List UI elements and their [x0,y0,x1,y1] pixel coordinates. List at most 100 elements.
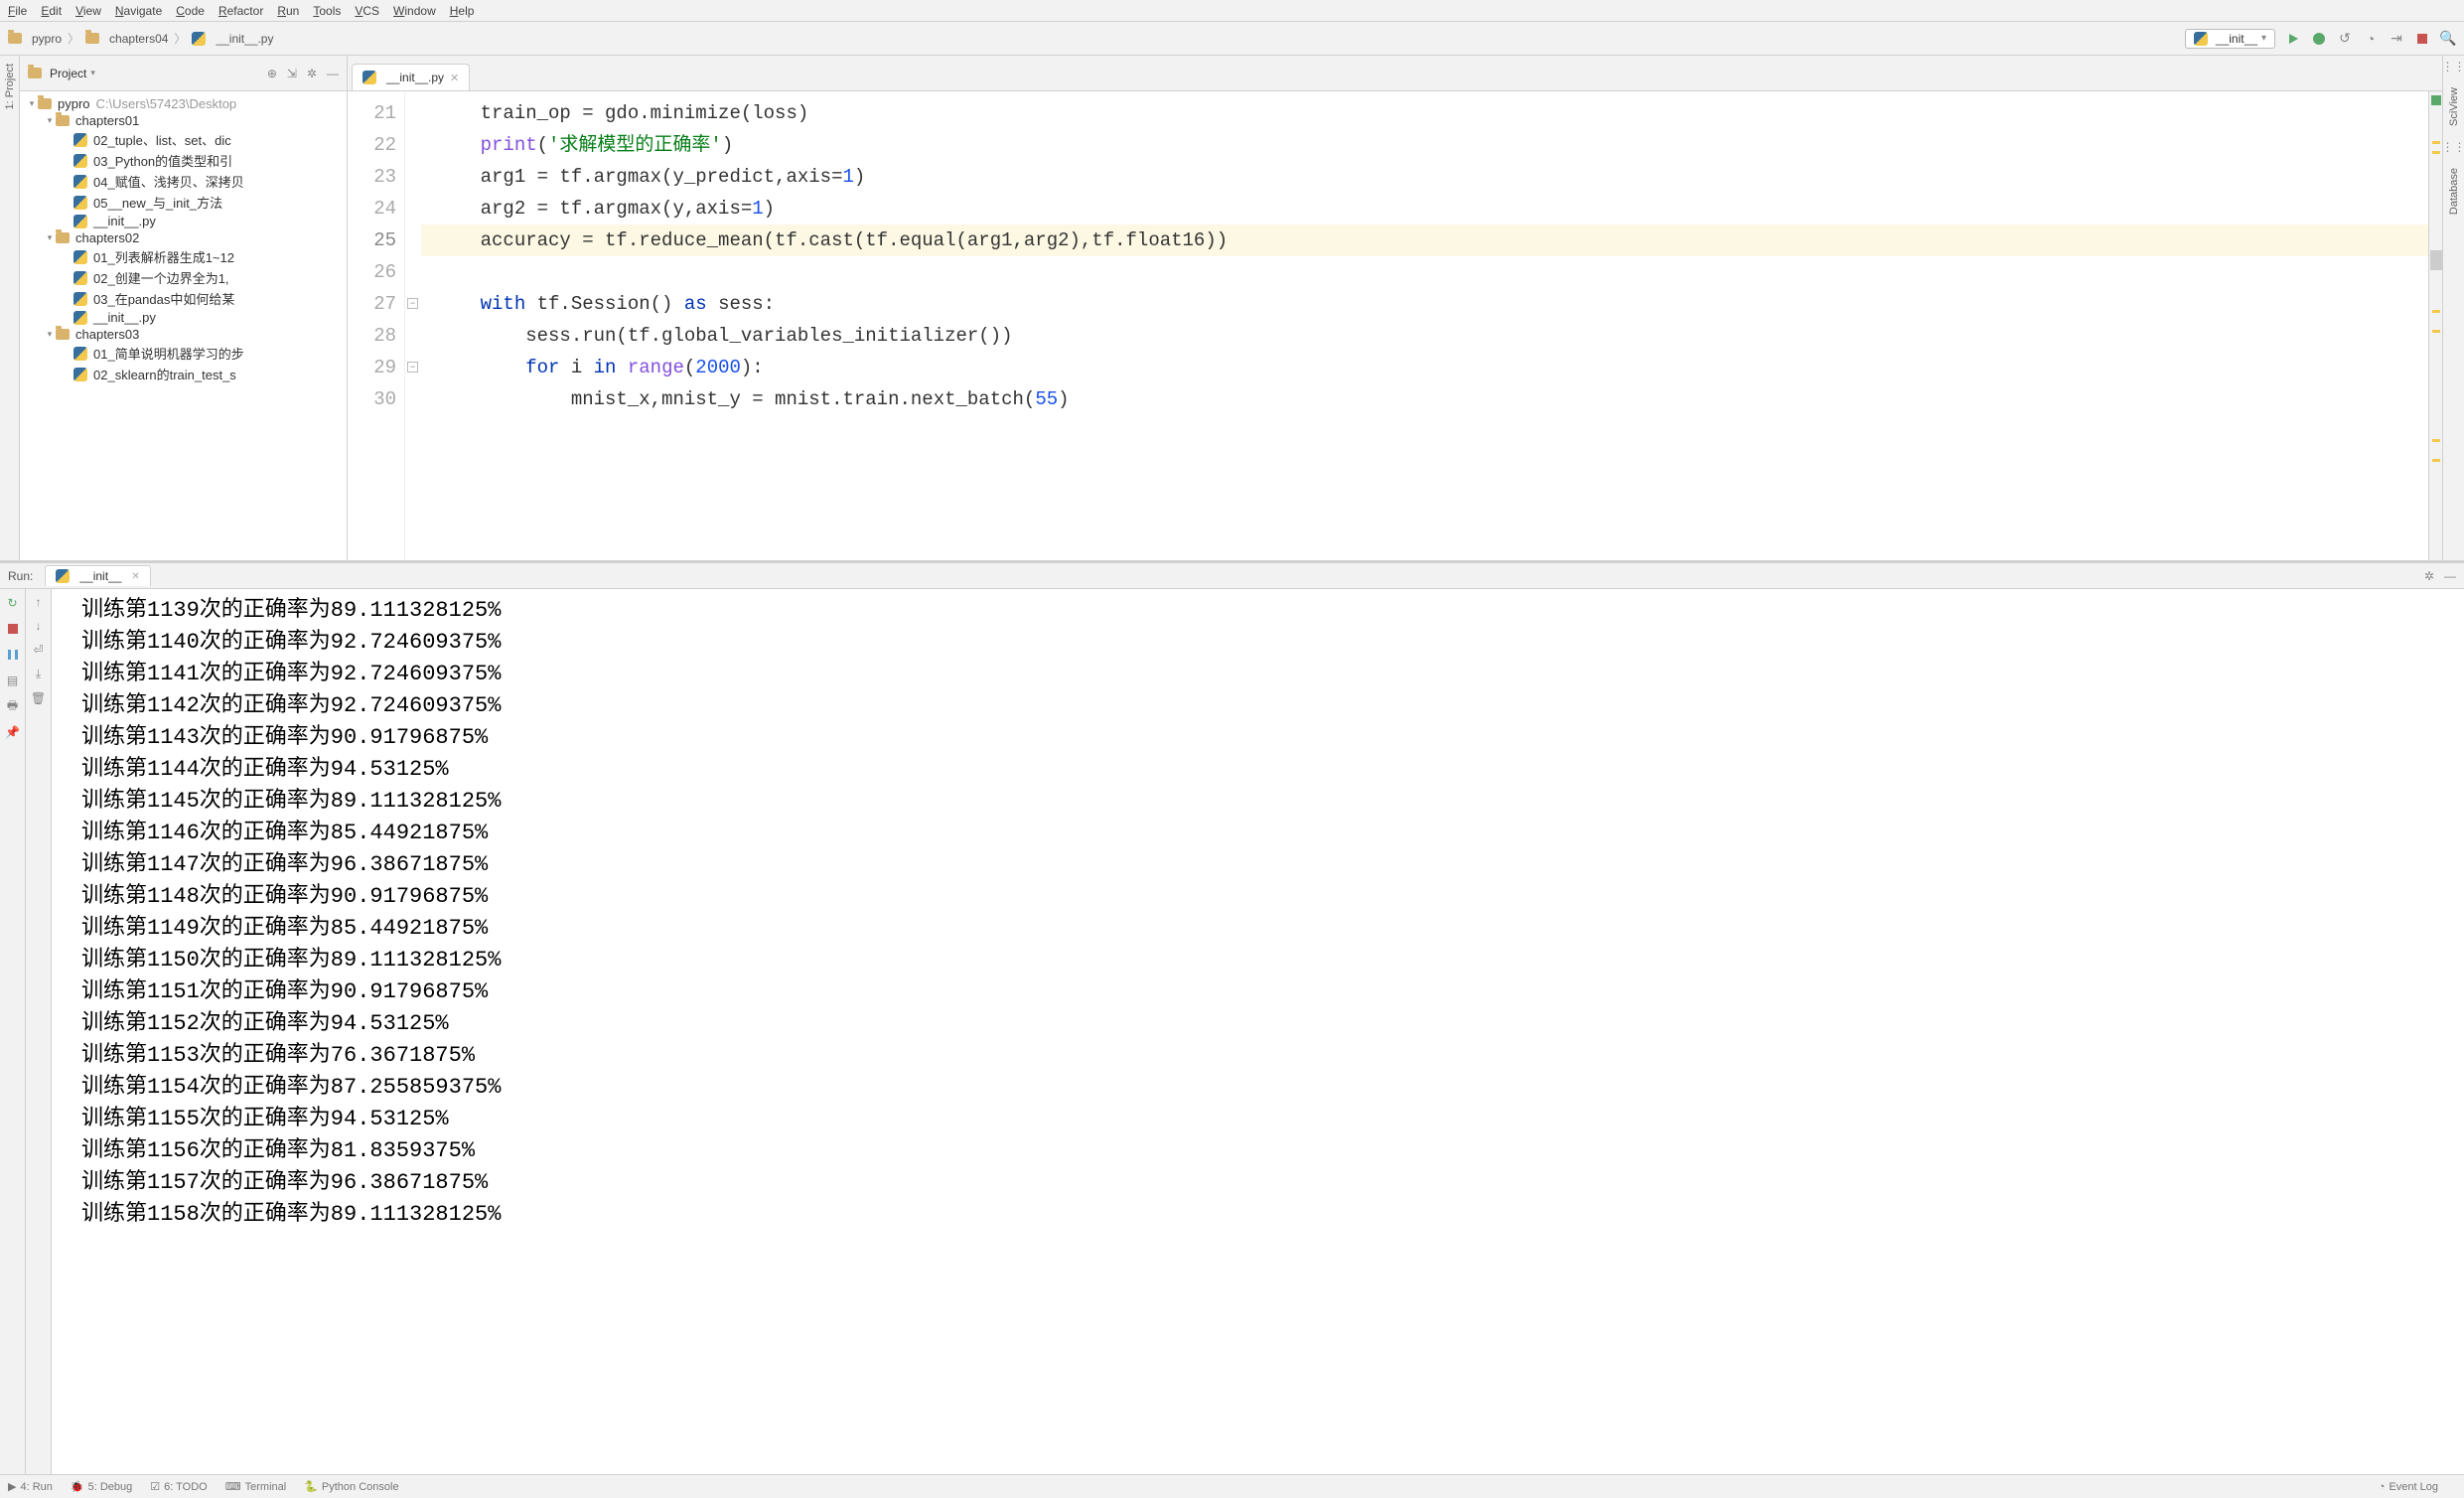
search-everywhere-button[interactable]: 🔍 [2440,31,2456,47]
folder-icon [56,232,70,243]
tree-item[interactable]: __init__.py [20,309,347,326]
down-icon[interactable]: ↓ [36,619,42,633]
python-file-icon [73,368,87,381]
python-file-icon [192,32,206,46]
console-line: 训练第1153次的正确率为76.3671875% [81,1040,2464,1072]
settings-icon[interactable]: ✲ [2424,569,2434,583]
layout-icon[interactable]: ▤ [5,673,21,688]
project-view-selector[interactable]: Project ▾ [28,67,95,80]
warning-marker[interactable] [2432,141,2440,144]
tree-item[interactable]: __init__.py [20,213,347,229]
breadcrumb-file[interactable]: __init__.py [216,32,273,46]
run-toolbar-primary: ↻ ▤ 🖶 📌 [0,589,26,1474]
pin-icon[interactable]: 📌 [5,724,21,740]
database-tool-button[interactable]: Database [2448,164,2460,219]
editor-gutter[interactable]: 21222324252627282930 [348,91,405,560]
menu-icon[interactable]: ⋮⋮ [2442,60,2464,74]
tree-item[interactable]: 02_sklearn的train_test_s [20,364,347,384]
locate-icon[interactable]: ⊕ [267,67,277,80]
soft-wrap-icon[interactable]: ⏎ [33,643,43,657]
tree-item[interactable]: 01_简单说明机器学习的步 [20,343,347,364]
menu-run[interactable]: Run [277,4,299,18]
python-file-icon [362,71,376,84]
event-log-button[interactable]: ◔ Event Log [2379,1481,2438,1493]
viewport-marker[interactable] [2430,250,2442,270]
tree-item[interactable]: 02_tuple、list、set、dic [20,129,347,150]
project-tree[interactable]: ▾pyproC:\Users\57423\Desktop▾chapters010… [20,91,347,560]
terminal-tool-button[interactable]: ⌨ Terminal [225,1480,286,1493]
menu-refactor[interactable]: Refactor [218,4,263,18]
rerun-button[interactable]: ↻ [5,595,21,611]
run-tool-button[interactable]: ▶ 4: Run [8,1480,53,1493]
menu-tools[interactable]: Tools [313,4,341,18]
menu-file[interactable]: File [8,4,27,18]
hide-icon[interactable]: — [2444,569,2456,583]
profile-button[interactable]: ◔ [2363,31,2379,47]
tree-item[interactable]: 01_列表解析器生成1~12 [20,246,347,267]
project-tool-button[interactable]: 1: Project [4,60,16,113]
warning-marker[interactable] [2432,439,2440,442]
breadcrumb-folder[interactable]: chapters04 [109,32,168,46]
up-icon[interactable]: ↑ [36,595,42,609]
menu-vcs[interactable]: VCS [355,4,379,18]
python-file-icon [73,250,87,264]
warning-marker[interactable] [2432,310,2440,313]
menu-icon[interactable]: ⋮⋮ [2442,140,2464,154]
run-button[interactable] [2285,31,2301,47]
tree-item[interactable]: ▾pyproC:\Users\57423\Desktop [20,95,347,112]
fold-toggle[interactable]: − [407,362,418,373]
tree-item[interactable]: ▾chapters03 [20,326,347,343]
todo-tool-button[interactable]: ☑ 6: TODO [150,1480,207,1493]
warning-marker[interactable] [2432,459,2440,462]
pause-button[interactable] [5,647,21,663]
tree-item[interactable]: 05__new_与_init_方法 [20,192,347,213]
fold-column[interactable]: −− [405,91,421,560]
marker-strip[interactable] [2428,91,2442,560]
run-tab[interactable]: __init__ ✕ [45,565,150,586]
tree-item[interactable]: ▾chapters01 [20,112,347,129]
sciview-tool-button[interactable]: SciView [2448,83,2460,130]
menu-navigate[interactable]: Navigate [115,4,162,18]
python-console-button[interactable]: 🐍 Python Console [304,1480,398,1493]
console-line: 训练第1146次的正确率为85.44921875% [81,818,2464,849]
warning-marker[interactable] [2432,151,2440,154]
print-icon[interactable]: 🖶 [5,698,21,714]
debug-button[interactable] [2311,31,2327,47]
expand-all-icon[interactable]: ⇲ [287,67,297,80]
hide-icon[interactable]: — [327,67,339,80]
menu-code[interactable]: Code [176,4,205,18]
tree-item[interactable]: 03_Python的值类型和引 [20,150,347,171]
menu-window[interactable]: Window [393,4,436,18]
code-editor[interactable]: train_op = gdo.minimize(loss) print('求解模… [421,91,2428,560]
menu-edit[interactable]: Edit [41,4,62,18]
project-panel-header: Project ▾ ⊕ ⇲ ✲ — [20,56,347,91]
console-line: 训练第1144次的正确率为94.53125% [81,754,2464,786]
console-output[interactable]: 训练第1139次的正确率为89.111328125%训练第1140次的正确率为9… [52,589,2464,1474]
tree-item[interactable]: 02_创建一个边界全为1, [20,267,347,288]
console-line: 训练第1151次的正确率为90.91796875% [81,976,2464,1008]
console-line: 训练第1150次的正确率为89.111328125% [81,945,2464,976]
run-header: Run: __init__ ✕ ✲ — [0,563,2464,589]
menu-help[interactable]: Help [450,4,475,18]
clear-icon[interactable]: 🗑 [31,691,46,705]
debug-tool-button[interactable]: 🐞 5: Debug [71,1480,132,1493]
close-icon[interactable]: ✕ [131,571,139,582]
run-config-selector[interactable]: __init__ ▾ [2185,29,2275,49]
tree-item[interactable]: 04_赋值、浅拷贝、深拷贝 [20,171,347,192]
close-icon[interactable]: ✕ [450,72,459,84]
python-file-icon [56,569,70,583]
scroll-to-end-icon[interactable]: ⤓ [36,667,41,681]
breadcrumb-root[interactable]: pypro [32,32,62,46]
console-line: 训练第1156次的正确率为81.8359375% [81,1135,2464,1167]
run-with-coverage-button[interactable]: ↺ [2337,31,2353,47]
attach-button[interactable]: ⇥ [2389,31,2404,47]
fold-toggle[interactable]: − [407,298,418,309]
tree-item[interactable]: 03_在pandas中如何给某 [20,288,347,309]
settings-icon[interactable]: ✲ [307,67,317,80]
warning-marker[interactable] [2432,330,2440,333]
stop-button[interactable] [2414,31,2430,47]
editor-tab[interactable]: __init__.py ✕ [352,64,470,90]
menu-view[interactable]: View [75,4,101,18]
tree-item[interactable]: ▾chapters02 [20,229,347,246]
stop-button[interactable] [5,621,21,637]
